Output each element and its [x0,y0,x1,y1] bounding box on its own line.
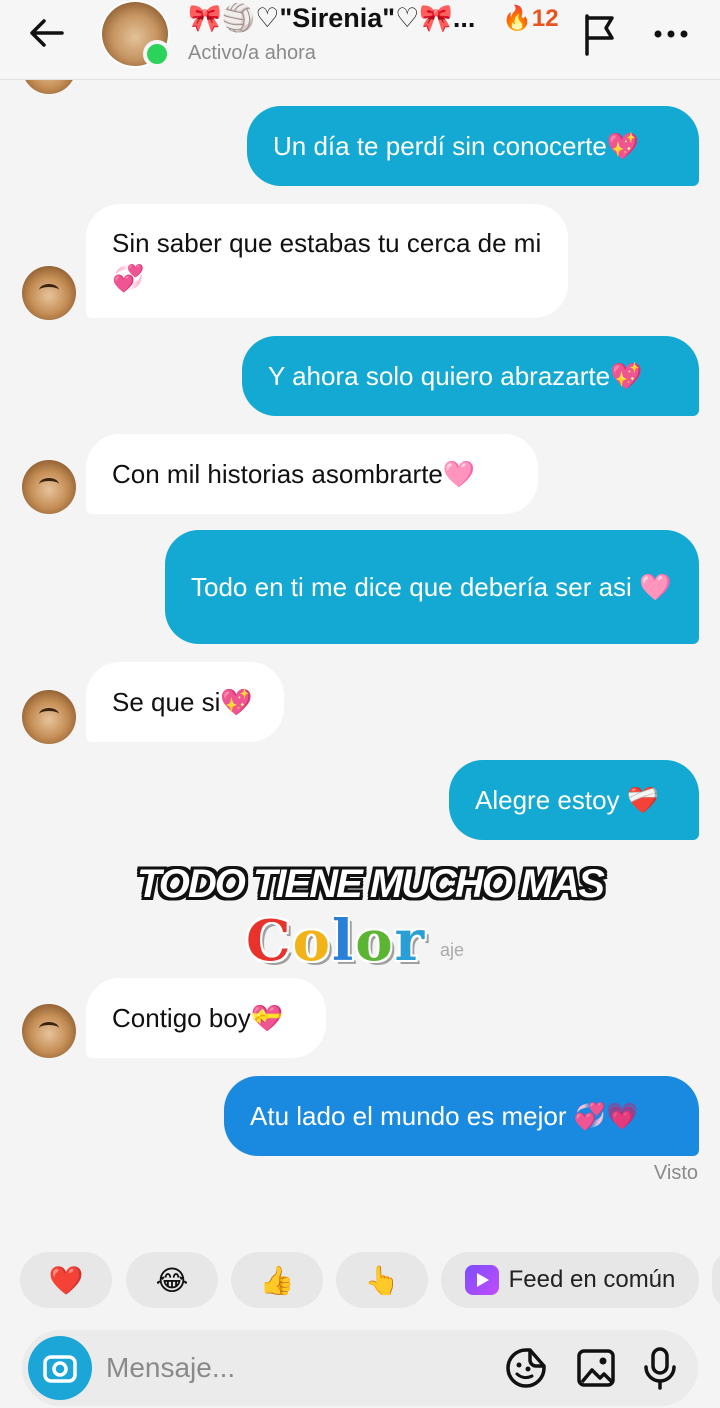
overlay-color-word: Color [246,908,426,974]
contact-name[interactable]: 🎀🏐♡"Sirenia"♡🎀... [188,2,488,34]
flag-icon [585,14,614,56]
message-bubble-sent[interactable]: Y ahora solo quiero abrazarte💖 [242,336,699,416]
online-status-dot [143,40,171,68]
message-bubble-received[interactable]: Contigo boy💝 [86,978,326,1058]
message-text: Con mil historias asombrarte🩷 [112,458,476,489]
arrow-left-icon [30,19,64,47]
feed-shared-label: Feed en común [508,1266,676,1293]
color-letter: r [394,908,427,974]
flag-button[interactable] [578,8,622,58]
gallery-icon [577,1349,615,1387]
streak-counter: 🔥12 [502,5,559,32]
gallery-button[interactable] [574,1346,618,1390]
message-text: Todo en ti me dice que debería ser asi 🩷 [191,571,672,602]
camera-button[interactable] [28,1336,92,1400]
quick-reaction-laugh[interactable]: 😂 [126,1252,218,1308]
feed-icon [464,1265,499,1295]
sticker-icon [506,1348,546,1388]
laugh-emoji-icon: 😂 [155,1264,189,1296]
obscured-caption-text: aje [440,940,465,960]
message-bubble-received[interactable]: Se que si💖 [86,662,284,742]
message-text: Un día te perdí sin conocerte💖 [273,130,640,161]
contact-mini-avatar [22,690,76,744]
message-text: Atu lado el mundo es mejor 💞💗 [250,1100,639,1131]
chat-header: 🎀🏐♡"Sirenia"♡🎀... Activo/a ahora 🔥12 [0,0,720,80]
contact-status: Activo/a ahora [188,42,316,64]
message-text: Contigo boy💝 [112,1002,284,1033]
back-button[interactable] [22,8,72,58]
quick-reaction-more[interactable] [712,1252,720,1308]
message-bubble-sent[interactable]: Alegre estoy ❤️‍🩹 [449,760,699,840]
camera-icon [43,1355,77,1383]
quick-reaction-heart[interactable]: ❤️ [20,1252,112,1308]
heart-emoji-icon: ❤️ [48,1264,84,1296]
feed-shared-button[interactable]: Feed en común [441,1252,699,1308]
message-text: Se que si💖 [112,686,253,717]
message-bubble-received[interactable]: Con mil historias asombrarte🩷 [86,434,538,514]
message-text: Alegre estoy ❤️‍🩹 [475,784,660,815]
message-bubble-received[interactable]: Sin saber que estabas tu cerca de mi💞 [86,204,568,318]
more-dots-icon [654,30,688,38]
quick-reaction-point[interactable]: 👆 [336,1252,428,1308]
contact-mini-avatar [22,266,76,320]
message-bubble-sent[interactable]: Un día te perdí sin conocerte💖 [247,106,699,186]
message-composer [22,1330,698,1406]
quick-reaction-thumbs-up[interactable]: 👍 [231,1252,323,1308]
point-up-emoji-icon: 👆 [364,1264,400,1296]
contact-mini-avatar [22,1004,76,1058]
message-bubble-sent[interactable]: Todo en ti me dice que debería ser asi 🩷 [165,530,699,644]
message-text: Y ahora solo quiero abrazarte💖 [268,360,643,391]
thumbs-up-emoji-icon: 👍 [259,1264,295,1296]
microphone-button[interactable] [638,1346,682,1390]
message-bubble-sent[interactable]: Atu lado el mundo es mejor 💞💗 [224,1076,699,1156]
color-letter: o [292,908,332,974]
microphone-icon [644,1347,676,1390]
more-options-button[interactable] [646,14,696,54]
message-text: Sin saber que estabas tu cerca de mi💞 [112,228,542,293]
message-input[interactable] [106,1344,486,1392]
seen-receipt: Visto [653,1162,698,1184]
sticker-button[interactable] [504,1346,548,1390]
overlay-caption: TODO TIENE MUCHO MAS [137,862,605,906]
color-letter: l [331,908,356,974]
color-letter: C [246,908,293,974]
color-letter: o [355,908,395,974]
contact-mini-avatar [22,460,76,514]
